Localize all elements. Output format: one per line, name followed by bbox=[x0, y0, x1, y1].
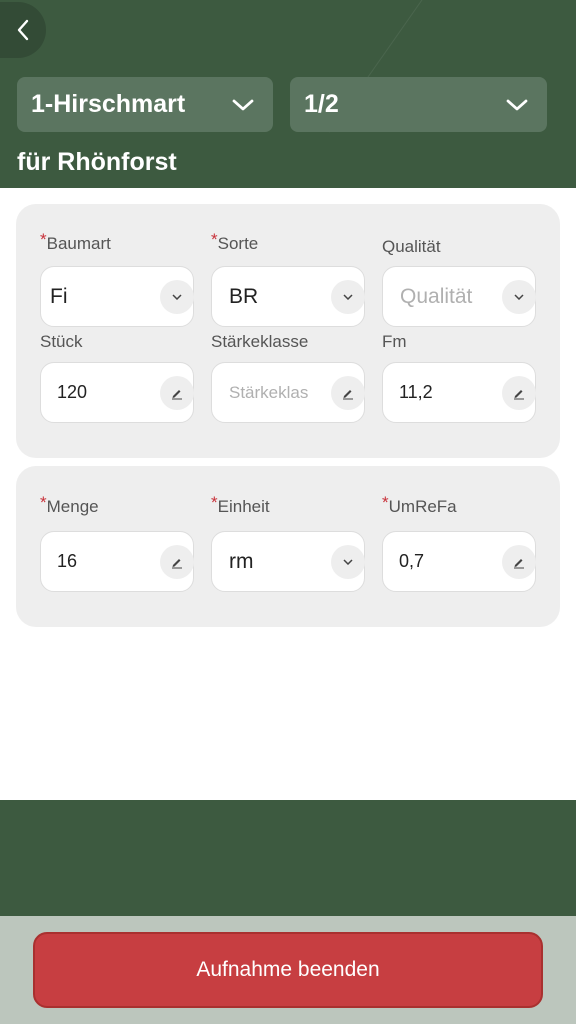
required-star: * bbox=[40, 230, 47, 249]
pencil-icon bbox=[502, 544, 536, 579]
chevron-down-icon bbox=[506, 99, 528, 110]
pencil-icon bbox=[160, 544, 194, 579]
chevron-down-icon bbox=[331, 279, 365, 314]
fm-value: 11,2 bbox=[399, 382, 433, 402]
chevron-down-icon bbox=[502, 279, 536, 314]
umrefa-label: *UmReFa bbox=[382, 493, 457, 516]
required-star: * bbox=[382, 493, 389, 512]
baumart-value: Fi bbox=[50, 284, 68, 308]
page-dropdown-value: 1/2 bbox=[304, 90, 339, 118]
qualitaet-placeholder: Qualität bbox=[400, 284, 473, 308]
pencil-icon bbox=[502, 375, 536, 410]
menge-input[interactable]: 16 bbox=[40, 531, 194, 592]
menge-label: *Menge bbox=[40, 493, 99, 516]
footer-band bbox=[0, 800, 576, 916]
umrefa-input[interactable]: 0,7 bbox=[382, 531, 536, 592]
required-star: * bbox=[211, 230, 218, 249]
chevron-down-icon bbox=[160, 279, 194, 314]
sorte-label: *Sorte bbox=[211, 230, 259, 253]
baumart-label: *Baumart bbox=[40, 230, 111, 253]
species-dropdown-value: 1-Hirschmart bbox=[31, 90, 186, 118]
fm-label: Fm bbox=[382, 332, 407, 351]
staerkeklasse-placeholder: Stärkeklas bbox=[229, 382, 309, 402]
pencil-icon bbox=[331, 375, 365, 410]
einheit-label: *Einheit bbox=[211, 493, 270, 516]
page-dropdown[interactable]: 1/2 bbox=[290, 77, 547, 132]
menge-value: 16 bbox=[57, 551, 78, 571]
qualitaet-label: Qualität bbox=[382, 237, 441, 256]
pencil-icon bbox=[160, 375, 194, 410]
wood-details-card: *Baumart *Sorte Qualität Fi BR Qualität … bbox=[16, 204, 560, 458]
back-button[interactable] bbox=[0, 2, 46, 58]
sorte-value: BR bbox=[229, 284, 259, 308]
stueck-input[interactable]: 120 bbox=[40, 362, 194, 423]
end-recording-button[interactable]: Aufnahme beenden bbox=[33, 932, 543, 1008]
chevron-down-icon bbox=[232, 99, 254, 110]
quantity-card: *Menge *Einheit *UmReFa 16 rm 0,7 bbox=[16, 466, 560, 627]
einheit-value: rm bbox=[229, 549, 254, 573]
qualitaet-select[interactable]: Qualität bbox=[382, 266, 536, 327]
header: 1-Hirschmart 1/2 für Rhönforst bbox=[0, 0, 576, 188]
required-star: * bbox=[211, 493, 218, 512]
species-dropdown[interactable]: 1-Hirschmart bbox=[17, 77, 273, 132]
sorte-select[interactable]: BR bbox=[211, 266, 365, 327]
stueck-value: 120 bbox=[57, 382, 88, 402]
staerkeklasse-label: Stärkeklasse bbox=[211, 332, 309, 351]
page-subtitle: für Rhönforst bbox=[17, 148, 177, 176]
stueck-label: Stück bbox=[40, 332, 83, 351]
umrefa-value: 0,7 bbox=[399, 551, 425, 571]
baumart-select[interactable]: Fi bbox=[40, 266, 194, 327]
staerkeklasse-input[interactable]: Stärkeklas bbox=[211, 362, 365, 423]
required-star: * bbox=[40, 493, 47, 512]
einheit-select[interactable]: rm bbox=[211, 531, 365, 592]
fm-input[interactable]: 11,2 bbox=[382, 362, 536, 423]
chevron-left-icon bbox=[17, 19, 29, 41]
chevron-down-icon bbox=[331, 544, 365, 579]
